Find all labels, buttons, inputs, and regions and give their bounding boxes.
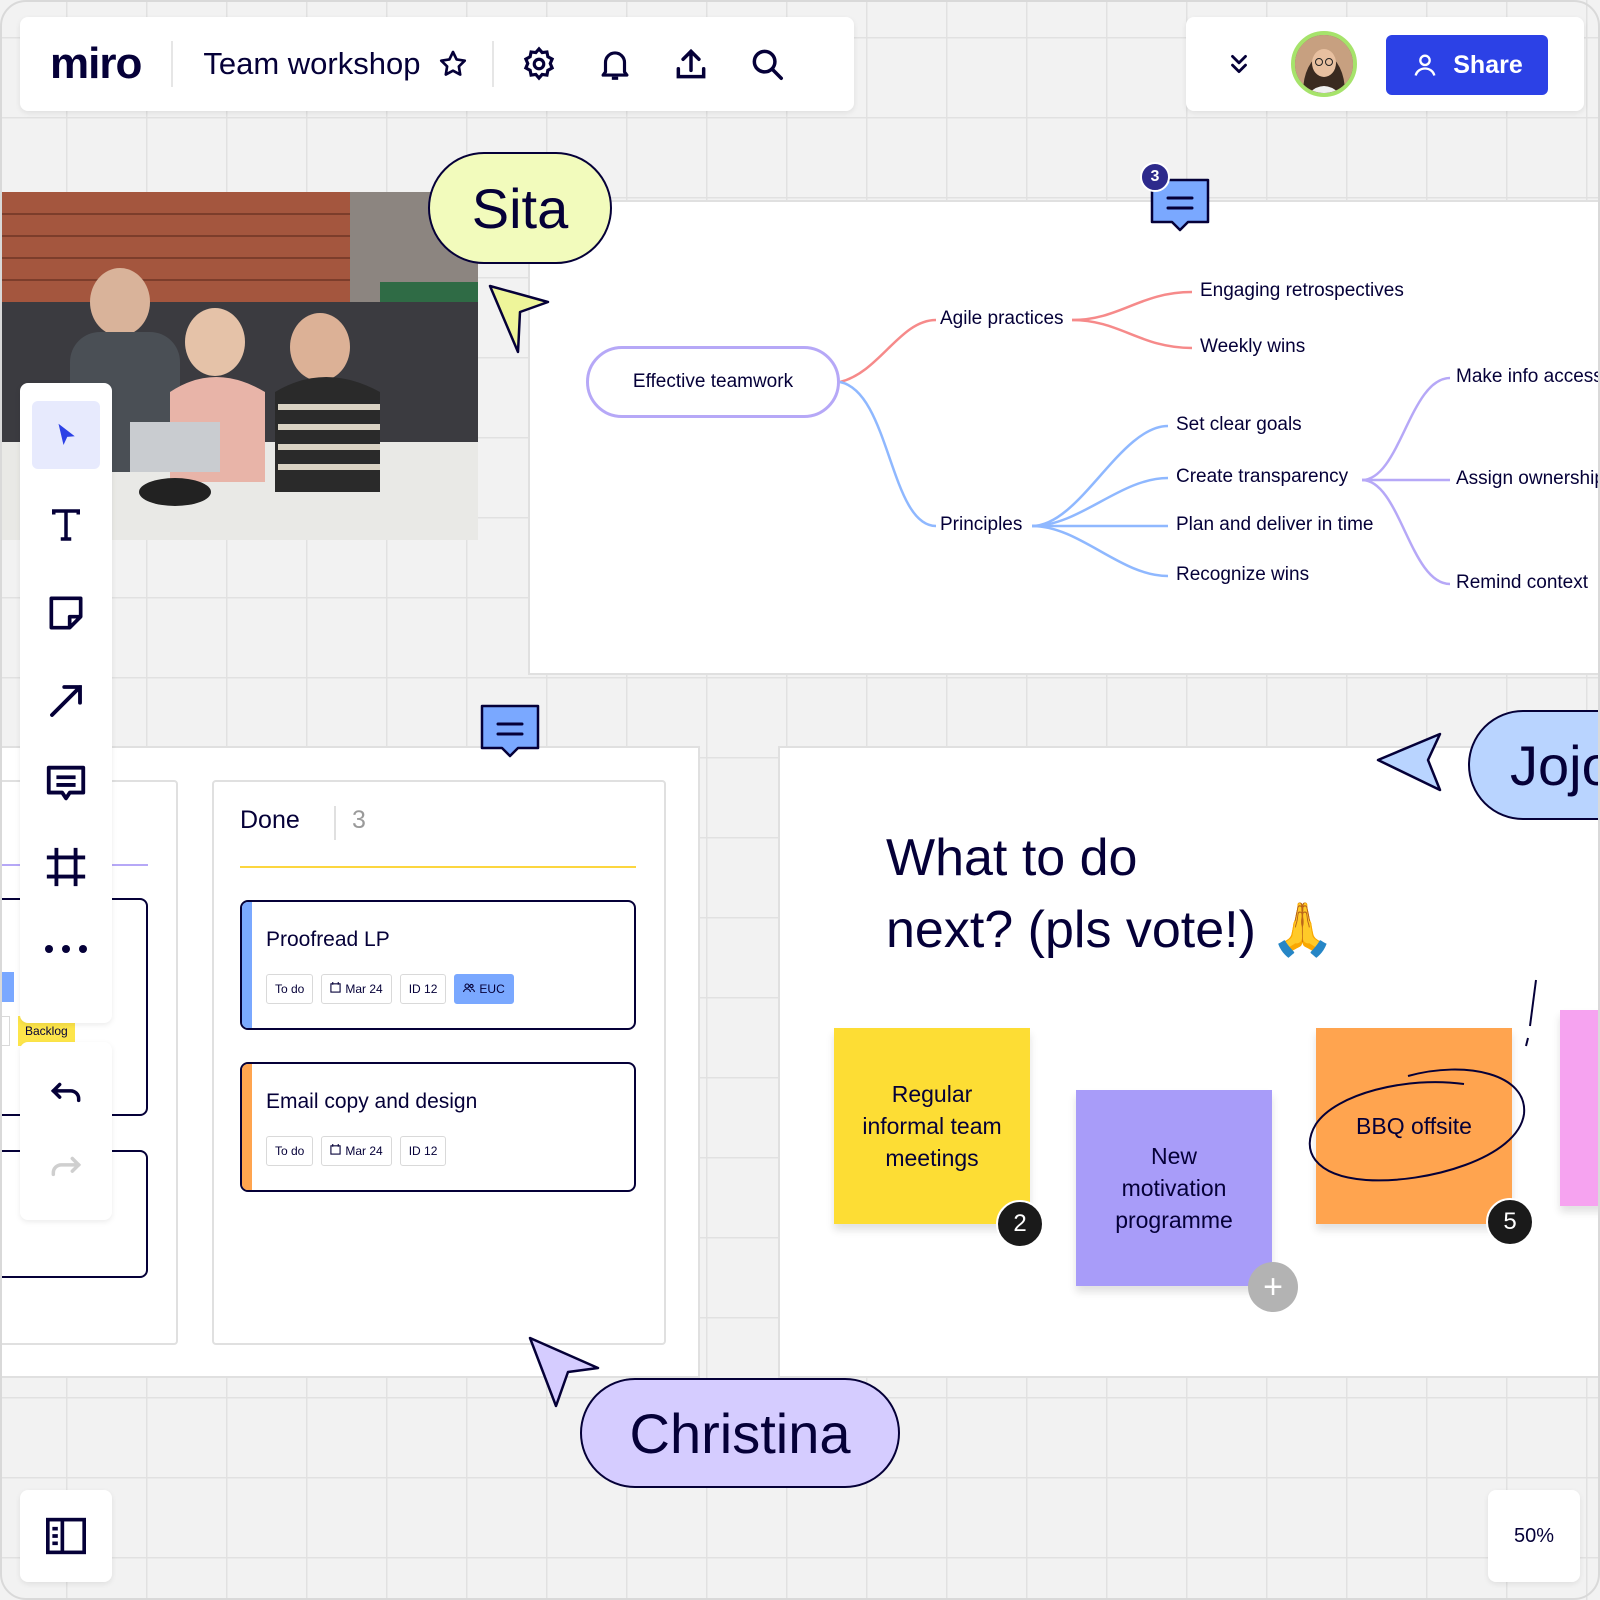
vote-title-line: What to do bbox=[886, 829, 1138, 887]
frame-tool[interactable] bbox=[32, 833, 100, 901]
tag bbox=[0, 1016, 10, 1046]
date-label: Mar 24 bbox=[345, 1144, 383, 1158]
mindmap-node[interactable]: Assign ownership bbox=[1456, 468, 1600, 490]
exclamation-mark-drawing bbox=[1525, 979, 1537, 1047]
kanban-card[interactable]: Proofread LP To do Mar 24 ID 12 EUC bbox=[240, 900, 636, 1030]
mindmap-node[interactable]: Agile practices bbox=[940, 308, 1064, 330]
comment-icon[interactable] bbox=[478, 702, 542, 760]
vote-count-badge: 5 bbox=[1486, 1198, 1534, 1246]
redo-button[interactable] bbox=[32, 1134, 100, 1202]
collaborator-label-christina: Christina bbox=[580, 1378, 900, 1488]
mindmap-node[interactable]: Remind context bbox=[1456, 572, 1588, 594]
comment-count-badge: 3 bbox=[1140, 162, 1170, 192]
team-icon bbox=[463, 982, 476, 996]
zoom-level[interactable]: 50% bbox=[1488, 1490, 1580, 1582]
sticky-note[interactable]: Regular informal team meetings bbox=[834, 1028, 1030, 1224]
add-vote-button[interactable]: + bbox=[1248, 1262, 1298, 1312]
collaborator-label-sita: Sita bbox=[428, 152, 612, 264]
divider bbox=[334, 806, 336, 840]
collaborator-label-jojo: Jojo bbox=[1468, 710, 1600, 820]
redo-icon bbox=[51, 1156, 82, 1177]
calendar-icon bbox=[330, 982, 341, 996]
arrow-icon bbox=[50, 685, 82, 717]
card-stripe bbox=[242, 902, 252, 1028]
vote-title[interactable]: What to do next? (pls vote!) 🙏 bbox=[886, 822, 1335, 966]
cursor-icon bbox=[1376, 732, 1442, 792]
mindmap-node[interactable]: Engaging retrospectives bbox=[1200, 280, 1404, 302]
mindmap-node[interactable]: Plan and deliver in time bbox=[1176, 514, 1374, 536]
sidebar-panel-icon bbox=[46, 1517, 86, 1555]
text-tool[interactable] bbox=[32, 491, 100, 559]
card-title: Proofread LP bbox=[266, 928, 390, 951]
more-icon bbox=[45, 945, 87, 953]
frame-icon bbox=[46, 847, 86, 887]
date-tag[interactable]: Mar 24 bbox=[321, 974, 392, 1004]
id-tag[interactable]: ID 12 bbox=[399, 974, 447, 1004]
card-stripe bbox=[242, 1064, 252, 1190]
mindmap-clip: Make info accessible Assign ownership Re… bbox=[1456, 0, 1600, 700]
team-tag[interactable]: EUC bbox=[454, 974, 514, 1004]
id-tag[interactable]: ID 12 bbox=[399, 1136, 447, 1166]
mindmap-node[interactable]: Weekly wins bbox=[1200, 336, 1305, 358]
comment-icon bbox=[46, 765, 86, 801]
cursor-arrow-icon bbox=[58, 423, 75, 445]
arrow-tool[interactable] bbox=[32, 667, 100, 735]
comment-tool[interactable] bbox=[32, 749, 100, 817]
creation-toolbar bbox=[20, 383, 112, 1023]
hand-drawn-circle bbox=[1308, 1068, 1526, 1182]
status-tag[interactable]: To do bbox=[266, 1136, 314, 1166]
sticky-text: Regular informal team meetings bbox=[862, 1081, 1002, 1171]
tag bbox=[0, 972, 14, 1002]
status-tag[interactable]: To do bbox=[266, 974, 314, 1004]
sticky-note-icon bbox=[49, 596, 83, 630]
calendar-icon bbox=[330, 1144, 341, 1158]
text-icon bbox=[52, 509, 80, 541]
team-label: EUC bbox=[479, 982, 505, 996]
mindmap-node[interactable]: Create transparency bbox=[1176, 466, 1348, 488]
undo-button[interactable] bbox=[32, 1060, 100, 1128]
jojo-clip: Jojo bbox=[1466, 700, 1600, 830]
sticky-note[interactable]: New motivation programme bbox=[1076, 1090, 1272, 1286]
date-label: Mar 24 bbox=[345, 982, 383, 996]
board-panel-button[interactable] bbox=[20, 1490, 112, 1582]
mindmap-node[interactable]: Principles bbox=[940, 514, 1022, 536]
kanban-card[interactable]: Email copy and design To do Mar 24 ID 12 bbox=[240, 1062, 636, 1192]
select-tool[interactable] bbox=[32, 401, 100, 469]
mindmap-node[interactable]: Set clear goals bbox=[1176, 414, 1302, 436]
sticky-note-tool[interactable] bbox=[32, 579, 100, 647]
vote-count-badge: 2 bbox=[996, 1200, 1044, 1248]
mindmap-node[interactable]: Make info accessible bbox=[1456, 366, 1600, 388]
undo-redo-bar bbox=[20, 1042, 112, 1220]
more-tool[interactable] bbox=[32, 915, 100, 983]
vote-title-line: next? (pls vote!) 🙏 bbox=[886, 901, 1336, 959]
sticky-text: New motivation programme bbox=[1115, 1143, 1233, 1233]
card-title: Email copy and design bbox=[266, 1090, 478, 1113]
column-title: Done bbox=[240, 806, 300, 834]
column-underline bbox=[240, 866, 636, 868]
undo-icon bbox=[50, 1082, 81, 1103]
sticky-note[interactable] bbox=[1560, 1010, 1600, 1206]
mindmap-root-node[interactable]: Effective teamwork bbox=[586, 346, 840, 418]
mindmap-node[interactable]: Recognize wins bbox=[1176, 564, 1309, 586]
column-count: 3 bbox=[352, 806, 366, 834]
date-tag[interactable]: Mar 24 bbox=[321, 1136, 392, 1166]
cursor-icon bbox=[488, 284, 550, 354]
